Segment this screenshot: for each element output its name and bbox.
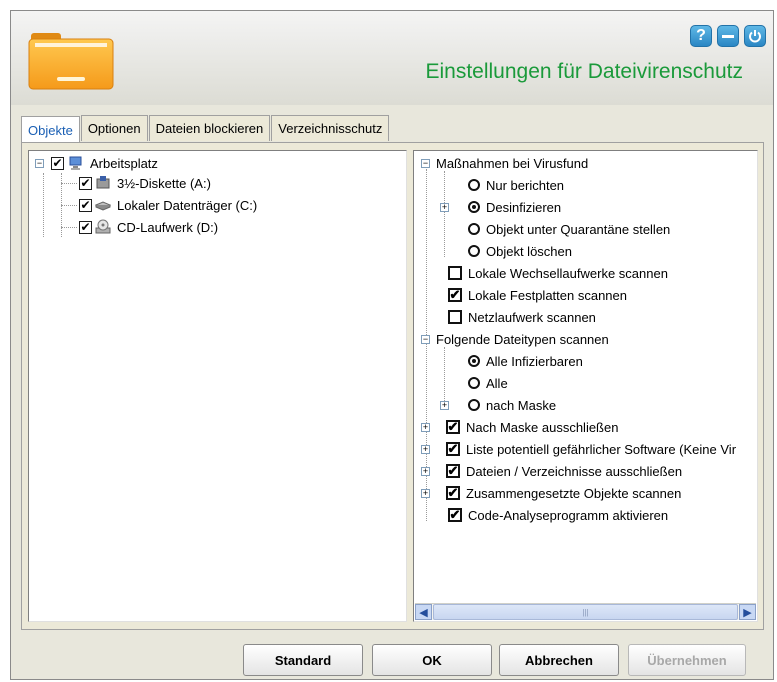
expand-toggle[interactable]: + (421, 422, 430, 432)
header: ? Einstellungen für Dateivirenschutz (11, 11, 773, 105)
tab-panel: − ✔ Arbeitsplatz ✔ 3½-Diskette (A:) ✔ Lo… (21, 142, 764, 630)
option-zusammengesetzte-objekte[interactable]: + ✔ Zusammengesetzte Objekte scannen (421, 483, 681, 503)
horizontal-scrollbar[interactable]: ◀ ||| ▶ (415, 603, 756, 620)
expand-toggle[interactable]: + (440, 400, 449, 410)
checkbox[interactable]: ✔ (446, 420, 460, 434)
window-title: Einstellungen für Dateivirenschutz (425, 60, 743, 83)
settings-window: ? Einstellungen für Dateivirenschutz Obj… (10, 10, 774, 680)
option-gefaehrliche-software[interactable]: + ✔ Liste potentiell gefährlicher Softwa… (421, 439, 736, 459)
group-label: Folgende Dateitypen scannen (436, 331, 609, 347)
radio-button[interactable] (468, 201, 480, 213)
option-label: Lokale Festplatten scannen (468, 287, 627, 303)
radio-label: Alle (486, 375, 508, 391)
radio-alle[interactable]: Alle (468, 373, 508, 393)
tab-optionen[interactable]: Optionen (80, 115, 148, 141)
options-tree[interactable]: − Maßnahmen bei Virusfund Nur berichten … (413, 150, 758, 622)
radio-desinfizieren[interactable]: + Desinfizieren (440, 197, 561, 217)
radio-label: Objekt unter Quarantäne stellen (486, 221, 671, 237)
scroll-left-button[interactable]: ◀ (415, 604, 432, 620)
tree-item-floppy[interactable]: ✔ 3½-Diskette (A:) (79, 173, 211, 193)
radio-quarantaene[interactable]: Objekt unter Quarantäne stellen (468, 219, 670, 239)
radio-button[interactable] (468, 399, 480, 411)
ok-button[interactable]: OK (372, 644, 492, 676)
tree-item-local-disk[interactable]: ✔ Lokaler Datenträger (C:) (79, 195, 257, 215)
minimize-button[interactable] (717, 25, 739, 47)
floppy-checkbox[interactable]: ✔ (79, 176, 92, 190)
checkbox[interactable] (448, 266, 462, 280)
radio-nach-maske[interactable]: + nach Maske (440, 395, 556, 415)
tree-item-label: Lokaler Datenträger (C:) (117, 197, 258, 213)
option-label: Nach Maske ausschließen (466, 419, 619, 435)
computer-icon (69, 156, 82, 170)
option-netzlaufwerk[interactable]: Netzlaufwerk scannen (448, 307, 596, 327)
local-disk-checkbox[interactable]: ✔ (79, 198, 92, 212)
apply-button[interactable]: Übernehmen (628, 644, 746, 676)
checkbox[interactable]: ✔ (446, 464, 460, 478)
minimize-icon (722, 34, 734, 38)
option-code-analyse[interactable]: ✔ Code-Analyseprogramm aktivieren (448, 505, 668, 525)
option-label: Netzlaufwerk scannen (468, 309, 596, 325)
folder-icon (28, 33, 114, 90)
option-dateien-ausschliessen[interactable]: + ✔ Dateien / Verzeichnisse ausschließen (421, 461, 682, 481)
checkbox[interactable] (448, 310, 462, 324)
group-virusfund[interactable]: − Maßnahmen bei Virusfund (421, 153, 588, 173)
option-nach-maske-ausschliessen[interactable]: + ✔ Nach Maske ausschließen (421, 417, 618, 437)
tree-item-label: 3½-Diskette (A:) (117, 175, 211, 191)
radio-label: Nur berichten (486, 177, 565, 193)
option-label: Code-Analyseprogramm aktivieren (468, 507, 669, 523)
tree-item-label: CD-Laufwerk (D:) (117, 219, 219, 235)
power-button[interactable] (744, 25, 766, 47)
expand-toggle[interactable]: + (421, 444, 430, 454)
radio-nur-berichten[interactable]: Nur berichten (468, 175, 564, 195)
radio-label: Objekt löschen (486, 243, 572, 259)
radio-button[interactable] (468, 245, 480, 257)
tree-item-cd-drive[interactable]: ✔ CD-Laufwerk (D:) (79, 217, 218, 237)
option-festplatten[interactable]: ✔ Lokale Festplatten scannen (448, 285, 627, 305)
radio-label: Desinfizieren (486, 199, 562, 215)
checkbox[interactable]: ✔ (446, 486, 460, 500)
option-label: Dateien / Verzeichnisse ausschließen (466, 463, 683, 479)
expand-toggle[interactable]: + (421, 488, 430, 498)
option-label: Zusammengesetzte Objekte scannen (466, 485, 682, 501)
tree-item-arbeitsplatz[interactable]: − ✔ Arbeitsplatz (35, 153, 158, 173)
scrollbar-thumb[interactable]: ||| (433, 604, 738, 620)
expand-toggle[interactable]: + (421, 466, 430, 476)
standard-button[interactable]: Standard (243, 644, 363, 676)
cd-drive-icon (95, 219, 111, 234)
arbeitsplatz-checkbox[interactable]: ✔ (51, 156, 64, 170)
radio-label: Alle Infizierbaren (486, 353, 583, 369)
radio-button[interactable] (468, 223, 480, 235)
cancel-button[interactable]: Abbrechen (499, 644, 619, 676)
radio-alle-infizierbaren[interactable]: Alle Infizierbaren (468, 351, 583, 371)
expand-toggle[interactable]: + (440, 202, 449, 212)
radio-button[interactable] (468, 355, 480, 367)
option-label: Liste potentiell gefährlicher Software (… (466, 441, 737, 457)
tab-dateien-blockieren[interactable]: Dateien blockieren (148, 115, 271, 141)
scroll-right-button[interactable]: ▶ (739, 604, 756, 620)
checkbox[interactable]: ✔ (448, 508, 462, 522)
collapse-toggle[interactable]: − (35, 158, 44, 168)
hard-disk-icon (95, 201, 111, 211)
tab-bar: Objekte Optionen Dateien blockieren Verz… (21, 115, 390, 144)
power-icon (749, 30, 761, 43)
option-label: Lokale Wechsellaufwerke scannen (468, 265, 668, 281)
checkbox[interactable]: ✔ (448, 288, 462, 302)
collapse-toggle[interactable]: − (421, 334, 430, 344)
group-label: Maßnahmen bei Virusfund (436, 155, 589, 171)
radio-button[interactable] (468, 179, 480, 191)
help-button[interactable]: ? (690, 25, 712, 47)
tab-objekte[interactable]: Objekte (21, 116, 80, 144)
radio-label: nach Maske (486, 397, 557, 413)
tab-verzeichnisschutz[interactable]: Verzeichnisschutz (271, 115, 390, 141)
group-dateitypen[interactable]: − Folgende Dateitypen scannen (421, 329, 609, 349)
tree-item-label: Arbeitsplatz (90, 155, 158, 171)
objects-tree[interactable]: − ✔ Arbeitsplatz ✔ 3½-Diskette (A:) ✔ Lo… (28, 150, 407, 622)
checkbox[interactable]: ✔ (446, 442, 460, 456)
cd-drive-checkbox[interactable]: ✔ (79, 220, 92, 234)
collapse-toggle[interactable]: − (421, 158, 430, 168)
floppy-drive-icon (96, 176, 110, 189)
radio-objekt-loeschen[interactable]: Objekt löschen (468, 241, 572, 261)
radio-button[interactable] (468, 377, 480, 389)
option-wechsellaufwerke[interactable]: Lokale Wechsellaufwerke scannen (448, 263, 668, 283)
